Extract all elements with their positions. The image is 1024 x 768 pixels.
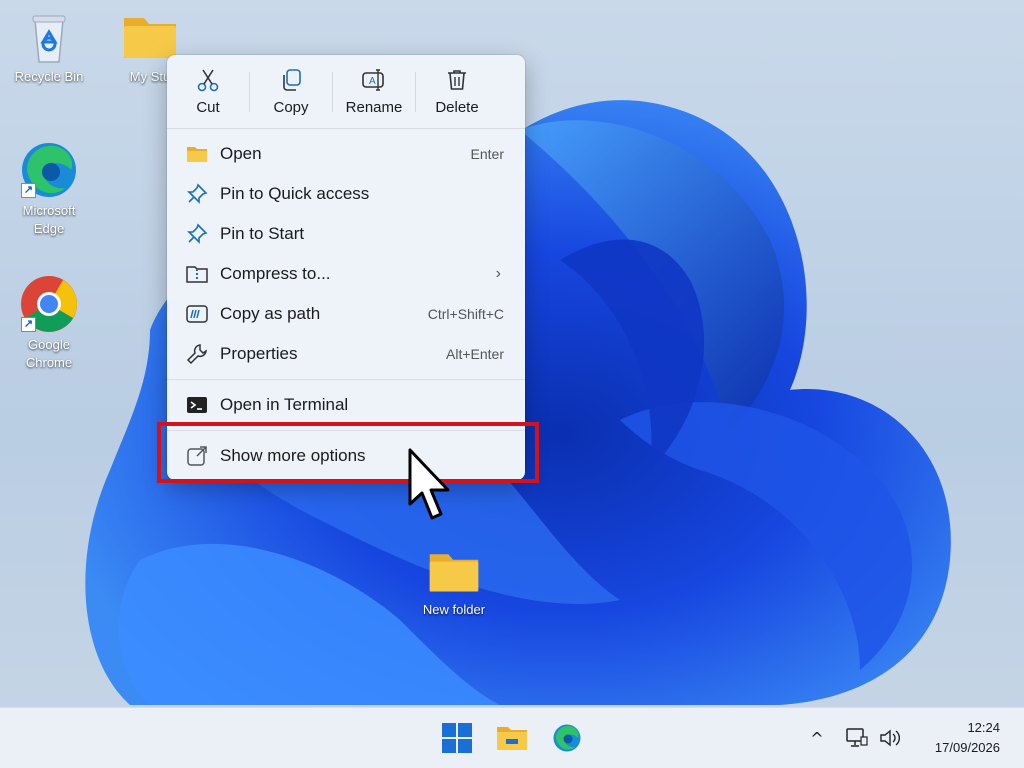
edge-taskbar-button[interactable]	[550, 721, 584, 755]
desktop-icon-microsoft-edge[interactable]: ↗ Microsoft Edge	[11, 140, 87, 238]
delete-button[interactable]: Delete	[416, 62, 498, 122]
shortcut-arrow-icon: ↗	[21, 317, 36, 332]
context-menu: Cut Copy A Rename Delete Open Enter Pin …	[167, 55, 525, 480]
shortcut-text: Alt+Enter	[446, 346, 504, 362]
edge-icon: ↗	[19, 140, 79, 200]
copy-label: Copy	[273, 99, 309, 116]
volume-button[interactable]	[878, 726, 904, 750]
desktop-icon-label: Recycle Bin	[14, 69, 84, 84]
menu-item-open-terminal[interactable]: Open in Terminal	[167, 385, 525, 425]
edge-icon	[553, 724, 581, 752]
menu-item-label: Open	[220, 144, 262, 163]
desktop-icon-label: New folder	[422, 602, 486, 617]
file-explorer-button[interactable]	[495, 721, 529, 755]
menu-item-properties[interactable]: Properties Alt+Enter	[167, 334, 525, 374]
cut-button[interactable]: Cut	[167, 62, 249, 122]
svg-text:A: A	[369, 76, 376, 87]
menu-item-label: Pin to Start	[220, 224, 305, 243]
pin-icon	[186, 183, 208, 205]
menu-item-pin-start[interactable]: Pin to Start	[167, 214, 525, 254]
desktop-icon-new-folder[interactable]: New folder	[416, 543, 492, 619]
speaker-icon	[880, 729, 900, 747]
desktop-icon-label: Google Chrome	[25, 337, 73, 370]
path-icon	[186, 303, 208, 325]
chevron-right-icon: ›	[495, 265, 501, 282]
zip-folder-icon	[186, 263, 208, 285]
chevron-up-icon: ^	[810, 728, 824, 748]
copy-button[interactable]: Copy	[250, 62, 332, 122]
shortcut-text: Ctrl+Shift+C	[427, 306, 504, 322]
menu-item-label: Pin to Quick access	[220, 184, 370, 203]
start-button[interactable]	[440, 721, 474, 755]
menu-item-open[interactable]: Open Enter	[167, 134, 525, 174]
mouse-cursor-icon	[408, 448, 450, 520]
network-button[interactable]	[844, 726, 870, 750]
shortcut-text: Enter	[470, 146, 504, 162]
clock[interactable]: 12:24 17/09/2026	[935, 718, 1000, 758]
file-explorer-icon	[497, 727, 527, 750]
folder-icon	[186, 143, 208, 165]
tray-chevron-button[interactable]: ^	[804, 726, 830, 750]
clock-time: 12:24	[967, 720, 1000, 735]
folder-icon	[426, 543, 482, 599]
taskbar: ^ 12:24 17/09/2026	[0, 707, 1024, 768]
desktop-icon-label: Microsoft Edge	[22, 203, 76, 236]
menu-item-compress[interactable]: Compress to... ›	[167, 254, 525, 294]
menu-item-pin-quick-access[interactable]: Pin to Quick access	[167, 174, 525, 214]
recycle-bin-icon	[19, 6, 79, 66]
rename-icon: A	[362, 69, 384, 91]
wrench-icon	[186, 343, 208, 365]
quick-actions-bar: Cut Copy A Rename Delete	[167, 55, 525, 129]
cut-label: Cut	[196, 99, 220, 116]
chrome-icon: ↗	[19, 274, 79, 334]
rename-label: Rename	[345, 99, 403, 116]
menu-item-label: Compress to...	[220, 264, 331, 283]
delete-label: Delete	[435, 99, 479, 116]
copy-icon	[283, 69, 301, 91]
menu-item-label: Open in Terminal	[220, 395, 349, 414]
shortcut-arrow-icon: ↗	[21, 183, 36, 198]
desktop-icon-google-chrome[interactable]: ↗ Google Chrome	[11, 274, 87, 372]
menu-item-label: Copy as path	[220, 304, 321, 323]
scissors-icon	[197, 69, 219, 92]
network-icon	[846, 728, 868, 747]
rename-button[interactable]: A Rename	[333, 62, 415, 122]
terminal-icon	[186, 394, 208, 416]
menu-item-label: Properties	[220, 344, 298, 363]
menu-item-copy-as-path[interactable]: Copy as path Ctrl+Shift+C	[167, 294, 525, 334]
clock-date: 17/09/2026	[934, 740, 1000, 755]
trash-icon	[448, 70, 466, 90]
divider	[167, 379, 525, 380]
windows-logo-icon	[442, 723, 472, 753]
pin-icon	[186, 223, 208, 245]
highlight-box	[157, 422, 539, 483]
desktop-icon-recycle-bin[interactable]: Recycle Bin	[11, 6, 87, 86]
